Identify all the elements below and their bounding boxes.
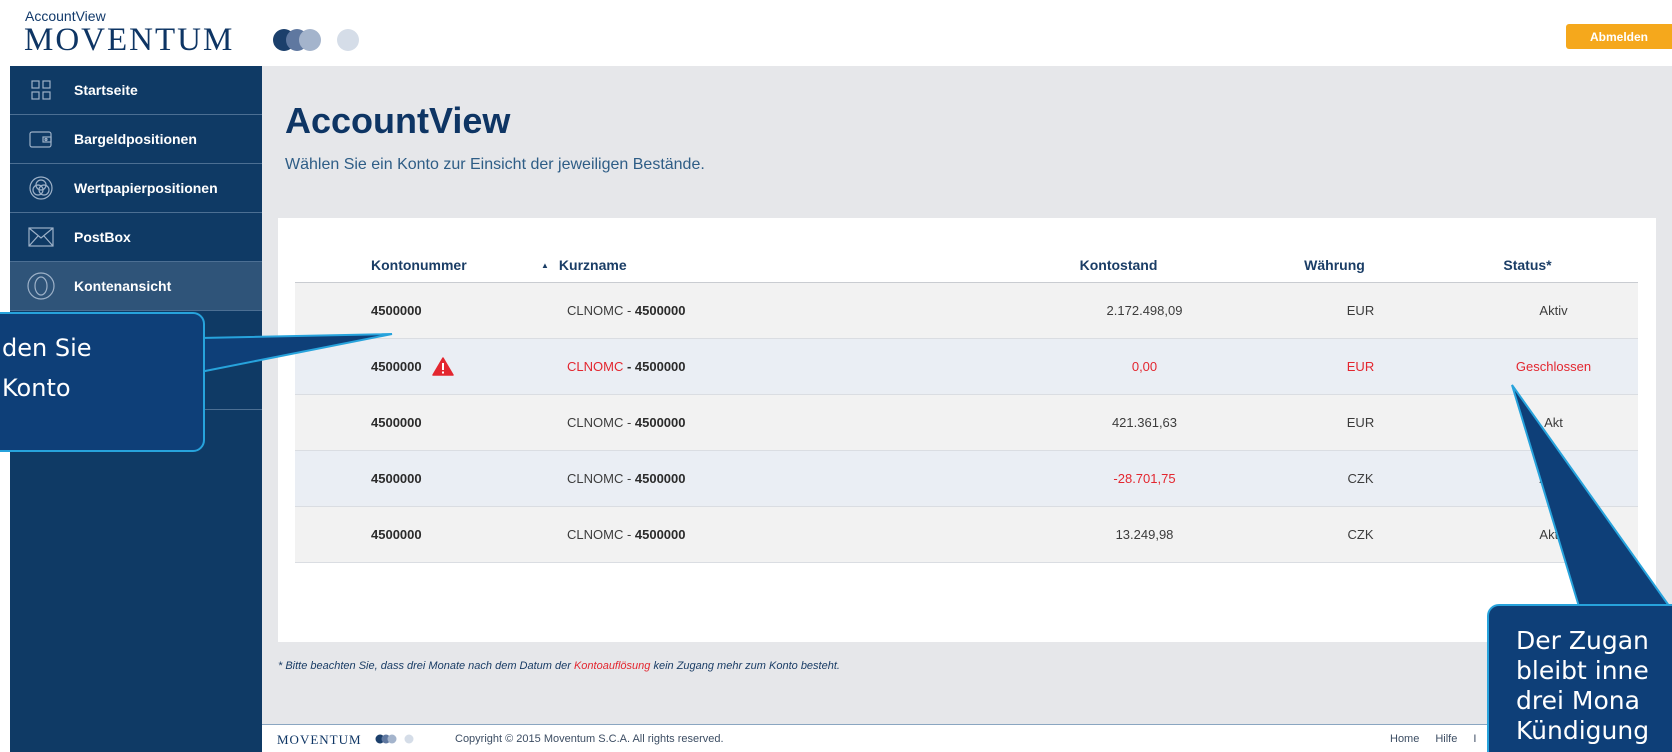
balance: 421.361,63 [1111,415,1178,430]
table-row[interactable]: 4500000 CLNOMC - 4500000 13.249,98 CZK A… [295,507,1638,563]
header-kurzname[interactable]: ▲ Kurzname [541,257,1011,273]
short-name-number: 4500000 [634,303,686,318]
footnote-text: * Bitte beachten Sie, dass drei Monate n… [278,660,574,672]
logout-button[interactable]: Abmelden [1566,24,1672,49]
account-number[interactable]: 4500000 [371,527,422,542]
short-name-prefix: CLNOMC - [567,415,635,430]
callout-left: den Sie Konto [0,312,205,452]
header-kurzname-label: Kurzname [558,257,627,273]
account-icon [26,271,56,301]
status: Geschlossen [1515,359,1592,374]
short-name-number: 4500000 [634,527,686,542]
main-content: AccountView Wählen Sie ein Konto zur Ein… [262,66,1672,724]
mail-icon [26,222,56,252]
status: Akt [1544,415,1563,430]
account-number[interactable]: 4500000 [371,359,422,374]
footer: MOVENTUM Copyright © 2015 Moventum S.C.A… [262,724,1672,752]
accounts-card: Kontonummer ▲ Kurzname Kontostand Währun… [278,218,1656,642]
sidebar-item-bargeldpositionen[interactable]: Bargeldpositionen [10,115,262,164]
logo-dots-icon [273,29,359,51]
sidebar-item-postbox[interactable]: PostBox [10,213,262,262]
sidebar-item-label: PostBox [74,229,131,245]
sidebar-item-kontenansicht[interactable]: Kontenansicht [10,262,262,311]
warning-icon [431,357,454,376]
table-row[interactable]: 4500000 CLNOMC - 4500000 0,00 EUR Geschl… [295,339,1638,395]
sidebar-item-wertpapierpositionen[interactable]: Wertpapierpositionen [10,164,262,213]
sidebar-item-label: Bargeldpositionen [74,131,197,147]
accounts-table: Kontonummer ▲ Kurzname Kontostand Währun… [295,248,1638,563]
footer-link-more[interactable]: I [1473,733,1476,745]
wallet-icon [26,124,56,154]
currency: CZK [1347,471,1374,486]
currency: CZK [1347,527,1374,542]
header-kontonummer[interactable]: Kontonummer [295,257,567,273]
short-name-number: 4500000 [634,415,686,430]
account-number[interactable]: 4500000 [371,415,422,430]
table-row[interactable]: 4500000 CLNOMC - 4500000 -28.701,75 CZK … [295,451,1638,507]
short-name-number: - 4500000 [623,359,686,374]
copyright: Copyright © 2015 Moventum S.C.A. All rig… [455,733,724,745]
short-name-prefix: CLNOMC [567,359,624,374]
status: Aktiv [1539,471,1568,486]
account-number[interactable]: 4500000 [371,471,422,486]
footer-logo-text: MOVENTUM [277,732,362,747]
page: AccountView MOVENTUM Abmelden Startseite [0,0,1672,752]
footnote-link[interactable]: Kontoauflösung [574,660,650,672]
footer-link-hilfe[interactable]: Hilfe [1435,733,1457,745]
balance: 13.249,98 [1115,527,1174,542]
header-waehrung[interactable]: Währung [1226,257,1443,273]
footnote-text-end: kein Zugang mehr zum Konto besteht. [650,660,840,672]
footnote: * Bitte beachten Sie, dass drei Monate n… [278,660,840,672]
sort-asc-icon: ▲ [541,260,549,270]
sidebar-item-label: Startseite [74,82,138,98]
header: AccountView MOVENTUM Abmelden [0,0,1672,66]
grid-icon [26,75,56,105]
balance: 0,00 [1131,359,1158,374]
short-name-prefix: CLNOMC - [567,303,635,318]
callout-right: Der Zugan bleibt inne drei Mona Kündigun… [1487,604,1672,752]
footer-link-home[interactable]: Home [1390,733,1419,745]
currency: EUR [1346,415,1375,430]
sidebar-item-label: Kontenansicht [74,278,172,294]
balance: -28.701,75 [1113,471,1176,486]
moventum-logo-text[interactable]: MOVENTUM [24,22,234,59]
page-title: AccountView [285,100,511,141]
sidebar-item-startseite[interactable]: Startseite [10,66,262,115]
balance: 2.172.498,09 [1106,303,1183,318]
short-name-number: 4500000 [634,471,686,486]
table-header: Kontonummer ▲ Kurzname Kontostand Währun… [295,248,1638,283]
sidebar-item-label: Wertpapierpositionen [74,180,218,196]
header-status[interactable]: Status* [1443,257,1612,273]
footer-links: Home Hilfe I [1390,733,1476,745]
short-name-prefix: CLNOMC - [567,527,635,542]
currency: EUR [1346,359,1375,374]
header-kontostand[interactable]: Kontostand [1011,257,1226,273]
footer-logo-dots-icon [375,734,414,744]
table-row[interactable]: 4500000 CLNOMC - 4500000 2.172.498,09 EU… [295,283,1638,339]
status: Aktiv [1539,303,1568,318]
account-number[interactable]: 4500000 [371,303,422,318]
short-name-prefix: CLNOMC - [567,471,635,486]
securities-icon [26,173,56,203]
page-subtitle: Wählen Sie ein Konto zur Einsicht der je… [285,156,705,173]
status: Aktiv [1539,527,1568,542]
currency: EUR [1346,303,1375,318]
table-row[interactable]: 4500000 CLNOMC - 4500000 421.361,63 EUR … [295,395,1638,451]
